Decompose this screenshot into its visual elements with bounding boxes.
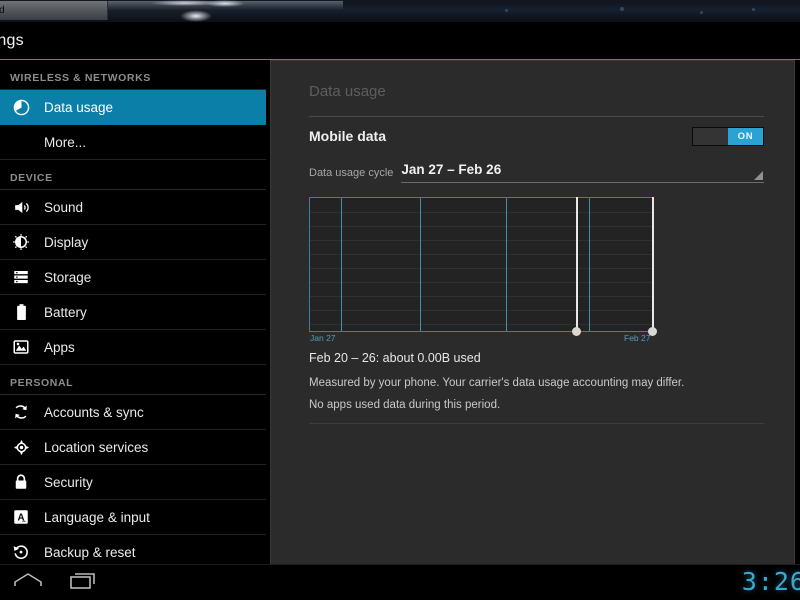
sidebar-group-header-wireless: WIRELESS & NETWORKS (0, 60, 266, 90)
title-bar-speck (620, 7, 624, 11)
chart-selection-handle-end[interactable] (652, 197, 654, 332)
sidebar-item-more[interactable]: More... (0, 125, 266, 160)
display-icon (10, 231, 32, 253)
title-bar-highlight (180, 10, 212, 22)
status-clock: 3:26 (741, 567, 800, 596)
sidebar-item-label: Data usage (44, 99, 114, 115)
language-icon: A (10, 506, 32, 528)
sound-icon (10, 196, 32, 218)
mobile-data-toggle[interactable]: ON (692, 126, 764, 146)
action-bar: tings (0, 22, 800, 60)
battery-icon (10, 301, 32, 323)
window-title-bar: roid (0, 0, 800, 23)
toggle-state-label: ON (728, 127, 763, 145)
page-title: tings (0, 31, 24, 49)
chart-plot-area[interactable] (309, 197, 653, 332)
location-icon (10, 436, 32, 458)
title-bar-speck (700, 11, 703, 14)
sidebar-item-label: Storage (44, 269, 92, 285)
sidebar-item-label: More... (44, 134, 87, 150)
sidebar-item-security[interactable]: Security (0, 465, 266, 500)
usage-summary: Feb 20 – 26: about 0.00B used (309, 351, 481, 365)
panel-title: Data usage (309, 83, 386, 100)
sidebar-item-display[interactable]: Display (0, 225, 266, 260)
data-usage-cycle-value: Jan 27 – Feb 26 (401, 162, 502, 177)
storage-icon (10, 266, 32, 288)
sidebar-item-apps[interactable]: Apps (0, 330, 266, 365)
sidebar-item-label: Language & input (44, 509, 150, 525)
navigation-bar[interactable]: 3:26 (0, 564, 800, 600)
data-usage-cycle-row[interactable]: Data usage cycle Jan 27 – Feb 26 (309, 161, 764, 183)
sidebar-item-battery[interactable]: Battery (0, 295, 266, 330)
sidebar-item-data-usage[interactable]: Data usage (0, 90, 266, 125)
chart-gridline-h (310, 296, 652, 297)
sidebar-item-storage[interactable]: Storage (0, 260, 266, 295)
mobile-data-label: Mobile data (309, 128, 387, 144)
data-usage-cycle-spinner[interactable]: Jan 27 – Feb 26 (401, 161, 764, 183)
data-usage-cycle-label: Data usage cycle (309, 167, 394, 179)
sidebar-item-label: Location services (44, 439, 149, 455)
sidebar-group-header-device: DEVICE (0, 160, 266, 190)
settings-sidebar[interactable]: WIRELESS & NETWORKS Data usage More... D… (0, 60, 266, 565)
chart-week-divider (506, 198, 507, 331)
chart-gridline-h (310, 226, 652, 227)
sidebar-item-label: Display (44, 234, 89, 250)
data-usage-icon (10, 96, 32, 118)
chart-x-end-label: Feb 27 (624, 333, 651, 343)
chart-gridline-h (310, 240, 652, 241)
chart-week-divider (341, 198, 342, 331)
android-tablet-screen: roid tings WIRELESS & NETWORKS Data usag… (0, 0, 800, 600)
sidebar-item-language-input[interactable]: A Language & input (0, 500, 266, 535)
chart-week-divider (420, 198, 421, 331)
chart-gridline-h (310, 282, 652, 283)
chart-gridline-h (310, 212, 652, 213)
window-tab[interactable]: roid (0, 1, 108, 20)
chart-x-start-label: Jan 27 (310, 333, 336, 343)
chart-week-divider (589, 198, 590, 331)
toggle-track-off (693, 127, 728, 145)
window-tab-label: roid (0, 5, 5, 16)
sidebar-item-label: Security (44, 474, 93, 490)
sync-icon (10, 401, 32, 423)
home-button[interactable] (0, 565, 56, 600)
chart-gridline-h (310, 268, 652, 269)
lock-icon (10, 471, 32, 493)
measured-note: Measured by your phone. Your carrier's d… (309, 377, 685, 389)
sidebar-item-backup-reset[interactable]: Backup & reset (0, 535, 266, 565)
sidebar-item-label: Sound (44, 199, 84, 215)
title-bar-speck (505, 9, 508, 12)
title-bar-highlight (205, 0, 245, 7)
sidebar-group-header-personal: PERSONAL (0, 365, 266, 395)
sidebar-item-sound[interactable]: Sound (0, 190, 266, 225)
backup-reset-icon (10, 541, 32, 563)
apps-icon (10, 336, 32, 358)
chart-selection-handle-start[interactable] (576, 197, 578, 332)
sidebar-item-location-services[interactable]: Location services (0, 430, 266, 465)
divider (309, 423, 764, 424)
chart-gridline-h (310, 254, 652, 255)
spinner-arrow-icon (754, 171, 763, 180)
sidebar-item-label: Apps (44, 339, 75, 355)
sidebar-item-accounts-sync[interactable]: Accounts & sync (0, 395, 266, 430)
chart-selection-grip-start[interactable] (572, 327, 581, 336)
chart-gridline-h (310, 324, 652, 325)
sidebar-item-label: Backup & reset (44, 544, 136, 560)
recents-icon (69, 570, 99, 595)
sidebar-item-label: Accounts & sync (44, 404, 144, 420)
chart-gridline-h (310, 310, 652, 311)
home-icon (13, 571, 43, 594)
title-bar-speck (752, 8, 755, 11)
data-usage-chart[interactable]: Jan 27 Feb 27 (309, 197, 764, 345)
data-usage-panel: Data usage Mobile data ON Data usage cyc… (270, 60, 795, 565)
sidebar-item-label: Battery (44, 304, 87, 320)
mobile-data-row[interactable]: Mobile data ON (309, 117, 764, 155)
recents-button[interactable] (56, 565, 112, 600)
no-apps-note: No apps used data during this period. (309, 399, 501, 411)
